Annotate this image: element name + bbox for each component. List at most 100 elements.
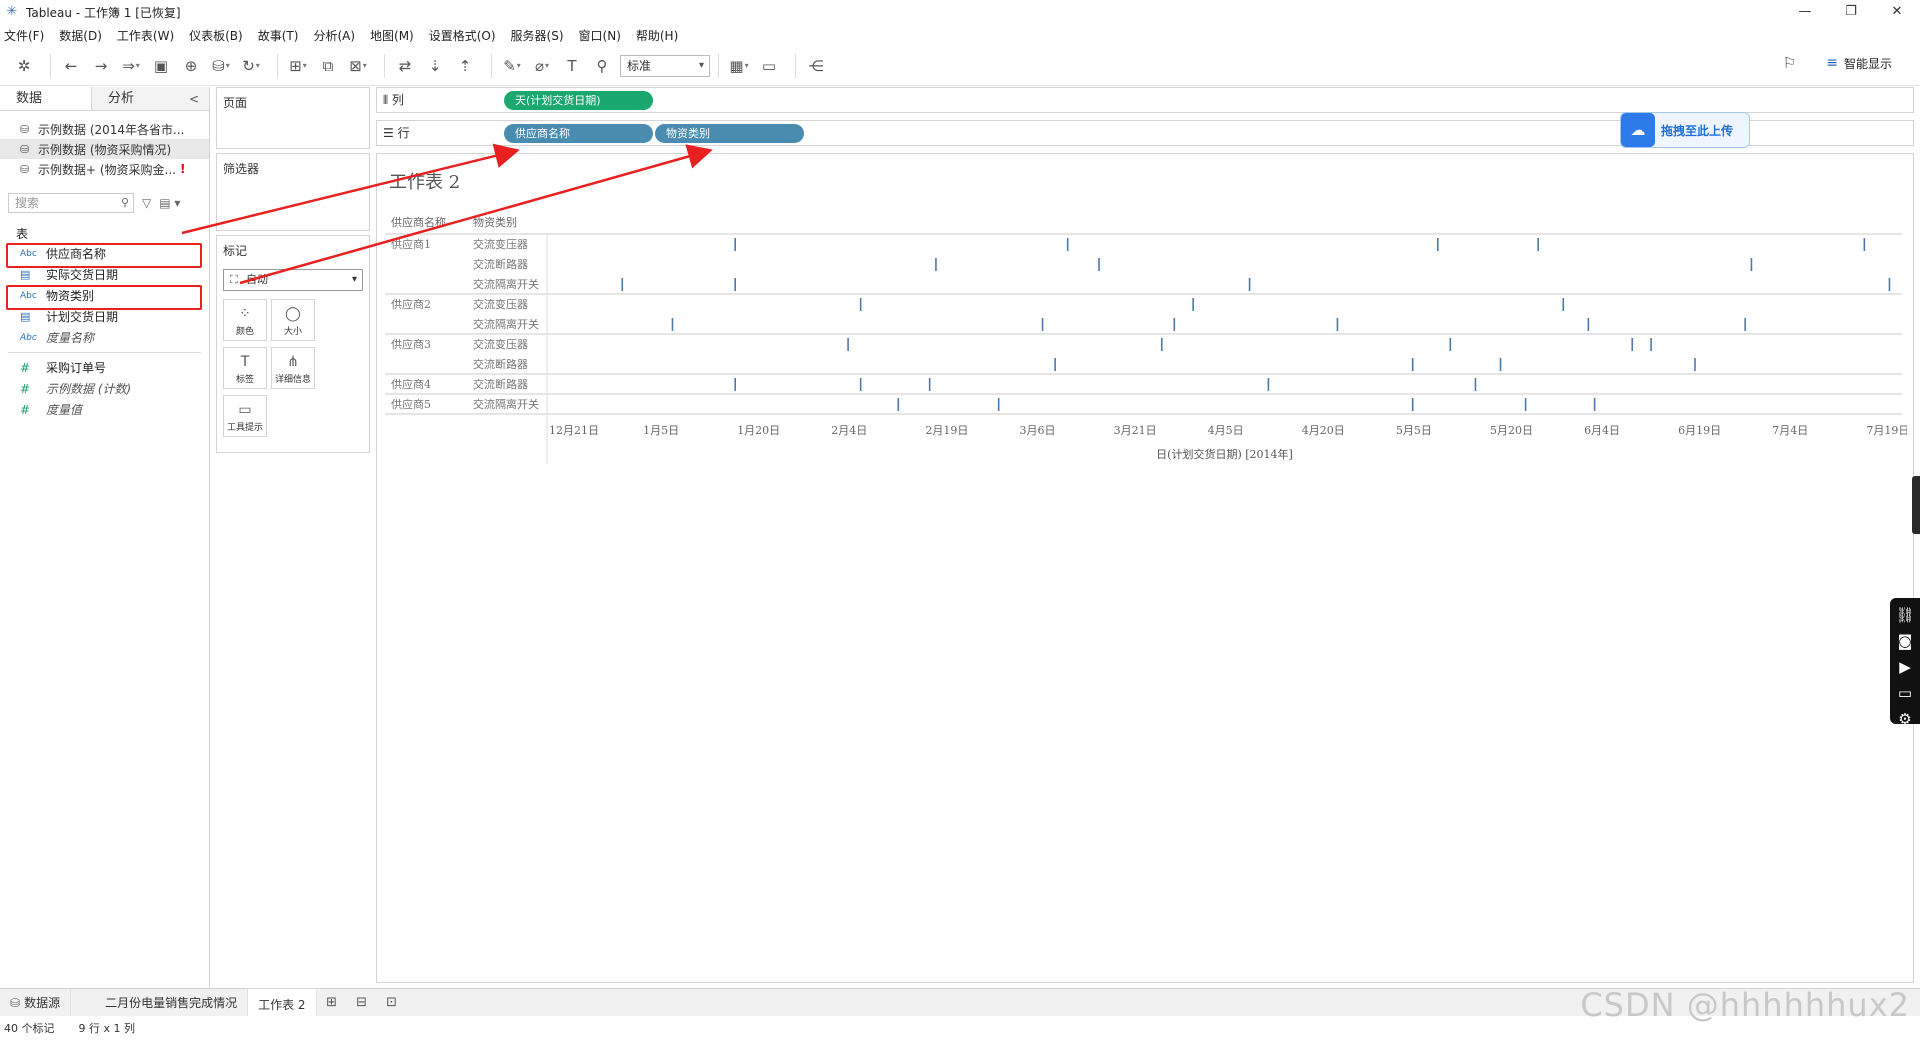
pause-update-icon[interactable]: ⛁ (209, 54, 233, 78)
sheet-tab-active[interactable]: 工作表 2 (248, 988, 317, 1017)
tab-analysis[interactable]: 分析 (92, 87, 184, 110)
redo-icon[interactable]: → (89, 54, 113, 78)
menu-file[interactable]: 文件(F) (4, 27, 44, 44)
toolbar-separator (50, 53, 51, 78)
columns-shelf[interactable]: ⫴ 列 天(计划交货日期) (376, 87, 1914, 113)
tableau-home-icon[interactable]: ✲ (12, 54, 36, 78)
color-button[interactable]: ⁘ 颜色 (223, 299, 267, 341)
menu-help[interactable]: 帮助(H) (636, 27, 678, 44)
menu-server[interactable]: 服务器(S) (511, 27, 564, 44)
undo-icon[interactable]: ← (59, 54, 83, 78)
menu-map[interactable]: 地图(M) (370, 27, 414, 44)
new-dashboard-icon[interactable]: ⊟ (347, 995, 377, 1010)
field-actual-delivery-date[interactable]: ▤ 实际交货日期 (0, 264, 209, 285)
share-icon[interactable]: ⋲ (804, 54, 828, 78)
duplicate-sheet-icon[interactable]: ⧉ (316, 54, 340, 78)
save-icon[interactable]: ▣ (149, 54, 173, 78)
replay-icon[interactable]: ⇒ (119, 54, 143, 78)
view-options-icon[interactable]: ▤ ▾ (159, 196, 180, 210)
minimize-button[interactable]: — (1782, 0, 1828, 24)
row-supplier-label: 供应商4 (391, 377, 431, 391)
field-measure-values[interactable]: # 度量值 (0, 399, 209, 420)
swap-icon[interactable]: ⇄ (393, 54, 417, 78)
datasource-label: 示例数据 (物资采购情况) (38, 142, 172, 157)
collapse-pane-button[interactable]: < (189, 87, 209, 110)
menu-analysis[interactable]: 分析(A) (313, 27, 355, 44)
field-purchase-order-number[interactable]: # 采购订单号 (0, 357, 209, 378)
x-tick-label: 3月21日 (1114, 424, 1157, 437)
datasource-item[interactable]: ⛁ 示例数据 (物资采购情况) (0, 139, 209, 159)
menu-worksheet[interactable]: 工作表(W) (117, 27, 174, 44)
search-input[interactable]: 搜索 ⚲ (8, 193, 134, 213)
string-type-icon: Abc (20, 248, 37, 259)
datasource-tab[interactable]: ⛁ 数据源 (0, 988, 72, 1017)
smart-show-icon: ≡ (1826, 55, 1838, 71)
field-record-count[interactable]: # 示例数据 (计数) (0, 378, 209, 399)
show-cards-icon[interactable]: ▦ (727, 54, 751, 78)
field-planned-delivery-date[interactable]: ▤ 计划交货日期 (0, 306, 209, 327)
mark-type-icon: ⛶ (230, 273, 238, 286)
pin-icon[interactable]: ⚐ (1783, 54, 1796, 72)
highlight-icon[interactable]: ✎ (500, 54, 524, 78)
new-datasource-icon[interactable]: ⊕ (179, 54, 203, 78)
filter-icon[interactable]: ▽ (142, 196, 151, 210)
upload-dropzone[interactable]: ☁ 拖拽至此上传 (1620, 112, 1750, 148)
refresh-icon[interactable]: ↻ (239, 54, 263, 78)
menu-story[interactable]: 故事(T) (258, 27, 299, 44)
toolbar-separator (718, 53, 719, 78)
new-story-icon[interactable]: ⊡ (377, 995, 407, 1010)
new-sheet-icon[interactable]: ⊞ (286, 54, 310, 78)
filters-card[interactable]: 筛选器 (216, 153, 370, 231)
presentation-icon[interactable]: ▭ (757, 54, 781, 78)
window-title: Tableau - 工作簿 1 [已恢复] (26, 5, 181, 20)
search-placeholder: 搜索 (15, 196, 40, 210)
field-supplier-name[interactable]: Abc 供应商名称 (0, 243, 209, 268)
pill-material-category[interactable]: 物资类别 (655, 124, 804, 143)
button-label: 大小 (283, 327, 302, 337)
field-measure-names[interactable]: Abc 度量名称 (0, 327, 209, 348)
pages-card[interactable]: 页面 (216, 87, 370, 149)
tab-data[interactable]: 数据 (0, 87, 92, 110)
label-button[interactable]: T 标签 (223, 347, 267, 389)
menu-dashboard[interactable]: 仪表板(B) (189, 27, 243, 44)
camera-icon[interactable]: ◙ (1898, 628, 1913, 654)
menu-data[interactable]: 数据(D) (59, 27, 102, 44)
window-icon[interactable]: ▭ (1898, 680, 1912, 706)
new-worksheet-icon[interactable]: ⊞ (317, 995, 347, 1010)
restore-button[interactable]: ❐ (1828, 0, 1874, 24)
worksheet-view: 工作表 2 供应商名称 物资类别 供应商1 交流变压器 交流断路器 交流隔离开关 供应商2 交… (376, 153, 1914, 983)
mark-type-select[interactable]: ⛶ 自动 (223, 269, 363, 291)
tick-chart: 供应商名称 物资类别供应商1 交流变压器交流断路器交流隔离开关供应商2 交流变压器交流… (385, 215, 1909, 472)
video-icon[interactable]: ▶ (1899, 654, 1911, 680)
smart-show-label: 智能显示 (1843, 56, 1892, 71)
sort-asc-icon[interactable]: ⇣ (423, 54, 447, 78)
field-label: 度量值 (46, 403, 83, 417)
button-label: 详细信息 (274, 375, 311, 385)
x-tick-label: 6月19日 (1678, 424, 1721, 437)
number-type-icon: # (20, 360, 31, 375)
smart-show[interactable]: ⚐ ≡ 智能显示 (1783, 54, 1892, 72)
sort-desc-icon[interactable]: ⇡ (453, 54, 477, 78)
tooltip-button[interactable]: ▭ 工具提示 (223, 395, 267, 437)
pill-supplier-name[interactable]: 供应商名称 (504, 124, 653, 143)
menu-window[interactable]: 窗口(N) (579, 27, 621, 44)
link-icon[interactable]: ⛓ (1895, 602, 1914, 628)
datasource-item[interactable]: ⛁ 示例数据+ (物资采购金... ! (0, 159, 209, 179)
datasource-item[interactable]: ⛁ 示例数据 (2014年各省市... (0, 119, 209, 139)
x-tick-label: 4月5日 (1208, 424, 1244, 437)
gear-icon[interactable]: ⚙ (1898, 706, 1911, 732)
field-material-category[interactable]: Abc 物资类别 (0, 285, 209, 310)
close-button[interactable]: ✕ (1874, 0, 1920, 24)
fit-select[interactable]: 标准 (620, 54, 710, 77)
pin-axis-icon[interactable]: ⚲ (590, 54, 614, 78)
detail-button[interactable]: ⋔ 详细信息 (271, 347, 315, 389)
pill-planned-date-day[interactable]: 天(计划交货日期) (504, 91, 653, 110)
size-button[interactable]: ◯ 大小 (271, 299, 315, 341)
label-icon[interactable]: T (560, 54, 584, 78)
side-scroll-handle[interactable] (1912, 476, 1920, 534)
clear-sheet-icon[interactable]: ⊠ (346, 54, 370, 78)
group-icon[interactable]: ⌀ (530, 54, 554, 78)
sheet-tab[interactable]: 二月份电量销售完成情况 (95, 988, 249, 1017)
menu-format[interactable]: 设置格式(O) (429, 27, 496, 44)
